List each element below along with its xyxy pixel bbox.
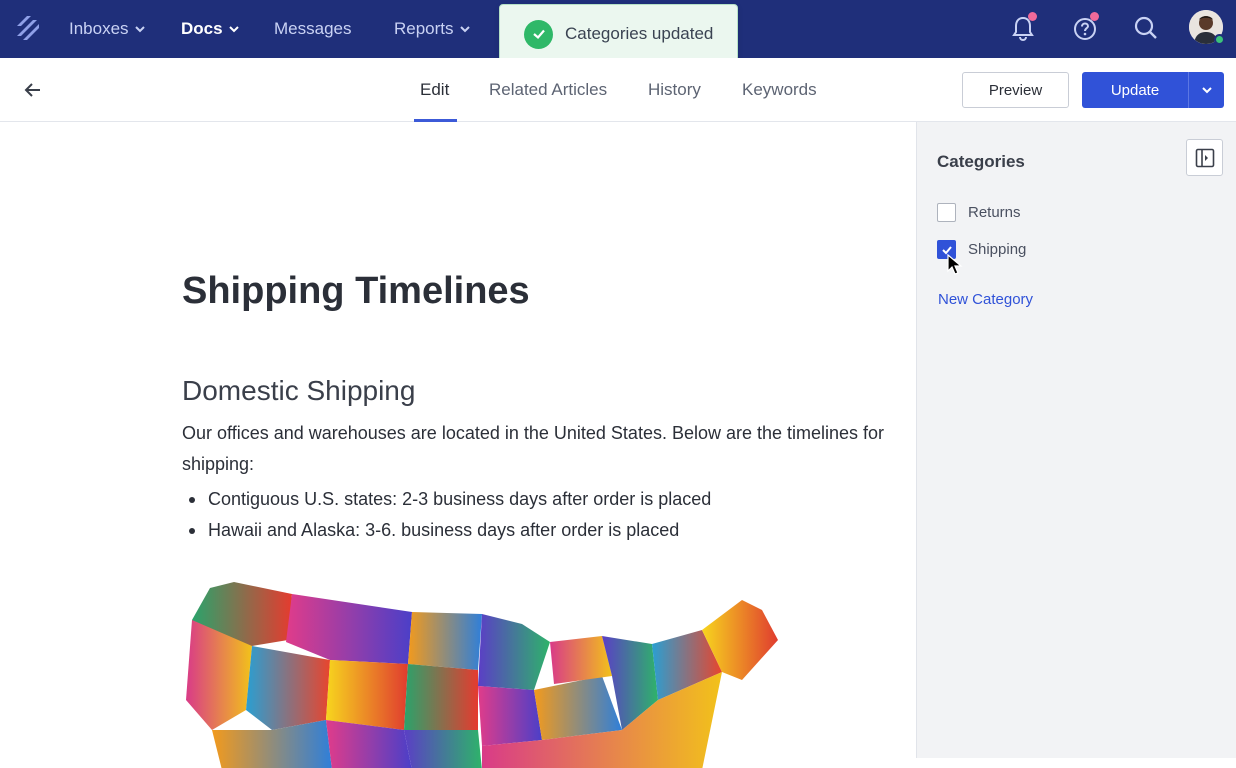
chevron-down-icon (1201, 87, 1212, 94)
chevron-down-icon (134, 26, 145, 33)
categories-title: Categories (937, 152, 1025, 171)
article-bullet-list[interactable]: Contiguous U.S. states: 2-3 business day… (188, 484, 711, 546)
nav-reports-label: Reports (394, 19, 454, 38)
article-title[interactable]: Shipping Timelines (182, 270, 530, 313)
nav-docs[interactable]: Docs (181, 0, 240, 58)
tab-edit-label: Edit (420, 80, 450, 99)
success-toast: Categories updated (499, 4, 738, 64)
update-button[interactable]: Update (1082, 72, 1188, 108)
tab-history-label: History (648, 80, 701, 99)
tab-edit[interactable]: Edit (420, 58, 449, 122)
collapse-panel-button[interactable] (1186, 139, 1223, 176)
categories-panel: Categories Returns Shipping New Category (916, 122, 1236, 758)
nav-inboxes-label: Inboxes (69, 19, 129, 38)
tab-related-articles-label: Related Articles (489, 80, 608, 99)
list-item[interactable]: Hawaii and Alaska: 3-6. business days af… (188, 515, 711, 546)
tab-related-articles[interactable]: Related Articles (489, 58, 607, 122)
toast-message: Categories updated (565, 24, 714, 43)
help-dot (1090, 12, 1099, 21)
preview-button[interactable]: Preview (962, 72, 1069, 108)
category-label: Shipping (968, 241, 1027, 258)
search-button[interactable] (1129, 11, 1163, 45)
update-options-button[interactable] (1188, 72, 1224, 108)
nav-docs-label: Docs (181, 19, 223, 38)
article-editor[interactable]: Shipping Timelines Domestic Shipping Our… (0, 122, 916, 768)
sidebar-toggle-icon (1195, 148, 1214, 167)
notifications-button[interactable] (1006, 11, 1040, 45)
chevron-down-icon (228, 26, 239, 33)
tab-keywords[interactable]: Keywords (742, 58, 817, 122)
check-circle-icon (524, 19, 553, 49)
nav-messages[interactable]: Messages (274, 0, 351, 58)
section-heading[interactable]: Domestic Shipping (182, 375, 415, 407)
notification-dot (1028, 12, 1037, 21)
list-item[interactable]: Contiguous U.S. states: 2-3 business day… (188, 484, 711, 515)
tab-history[interactable]: History (648, 58, 701, 122)
category-label: Returns (968, 204, 1021, 221)
nav-inboxes[interactable]: Inboxes (69, 0, 146, 58)
us-states-map[interactable] (182, 580, 784, 768)
nav-reports[interactable]: Reports (394, 0, 471, 58)
new-category-link[interactable]: New Category (938, 291, 1033, 308)
help-button[interactable] (1068, 11, 1102, 45)
nav-messages-label: Messages (274, 19, 352, 38)
search-icon (1134, 16, 1157, 39)
category-item-returns[interactable]: Returns (937, 203, 1021, 222)
returns-checkbox[interactable] (937, 203, 956, 222)
mouse-pointer-icon (947, 254, 963, 275)
online-status-dot (1214, 34, 1225, 45)
tab-keywords-label: Keywords (742, 80, 817, 99)
chevron-down-icon (459, 26, 470, 33)
article-paragraph[interactable]: Our offices and warehouses are located i… (182, 418, 916, 480)
app-logo-icon[interactable] (14, 12, 42, 44)
back-arrow-icon[interactable] (22, 80, 44, 100)
